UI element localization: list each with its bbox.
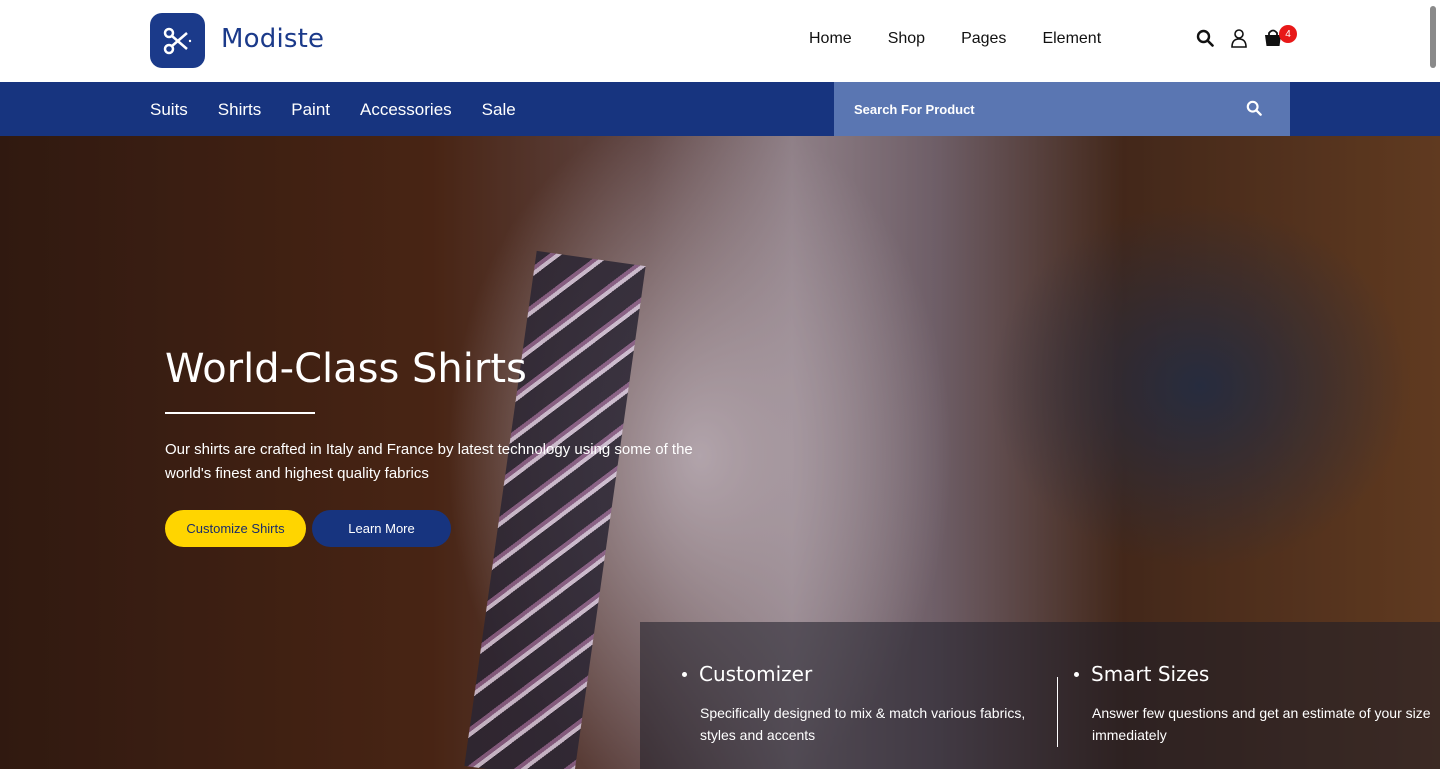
cart-icon[interactable]: 4 (1263, 25, 1297, 48)
product-search (834, 82, 1290, 136)
main-navigation: Home Shop Pages Element (809, 30, 1101, 48)
hero-description: Our shirts are crafted in Italy and Fran… (165, 441, 693, 482)
nav-pages[interactable]: Pages (961, 30, 1006, 48)
feature-title: Customizer (699, 662, 813, 686)
feature-customizer: Customizer Specifically designed to mix … (682, 662, 1045, 746)
bullet-icon (682, 671, 687, 677)
feature-title: Smart Sizes (1091, 662, 1210, 686)
category-navigation: Suits Shirts Paint Accessories Sale (150, 100, 516, 120)
search-input[interactable] (854, 96, 1234, 122)
hero-divider (165, 412, 315, 414)
nav-home[interactable]: Home (809, 30, 852, 48)
cart-count-badge: 4 (1279, 25, 1297, 43)
bullet-icon (1074, 671, 1079, 677)
category-suits[interactable]: Suits (150, 100, 188, 120)
scissors-icon (163, 27, 191, 54)
feature-divider (1057, 677, 1058, 747)
category-paint[interactable]: Paint (291, 100, 330, 120)
hero-content: World-Class Shirts Our shirts are crafte… (165, 346, 695, 547)
features-panel: Customizer Specifically designed to mix … (640, 622, 1440, 769)
top-header: Modiste Home Shop Pages Element 4 (0, 0, 1440, 82)
search-submit-icon[interactable] (1246, 100, 1262, 121)
search-icon[interactable] (1195, 28, 1215, 48)
hero-title: World-Class Shirts (165, 346, 527, 392)
hero-buttons: Customize Shirts Learn More (165, 510, 695, 547)
page-scrollbar[interactable] (1430, 6, 1436, 68)
feature-smart-sizes: Smart Sizes Answer few questions and get… (1074, 662, 1437, 746)
user-icon[interactable] (1229, 28, 1249, 48)
hero-banner: World-Class Shirts Our shirts are crafte… (0, 136, 1440, 769)
feature-description: Answer few questions and get an estimate… (1092, 705, 1431, 743)
learn-more-button[interactable]: Learn More (312, 510, 451, 547)
header-icons: 4 (1195, 25, 1297, 48)
nav-element[interactable]: Element (1042, 30, 1101, 48)
customize-shirts-button[interactable]: Customize Shirts (165, 510, 306, 547)
logo-icon[interactable] (150, 13, 205, 68)
category-shirts[interactable]: Shirts (218, 100, 261, 120)
brand-name[interactable]: Modiste (221, 24, 324, 54)
nav-shop[interactable]: Shop (888, 30, 925, 48)
feature-description: Specifically designed to mix & match var… (700, 705, 1026, 743)
category-sale[interactable]: Sale (482, 100, 516, 120)
category-accessories[interactable]: Accessories (360, 100, 452, 120)
